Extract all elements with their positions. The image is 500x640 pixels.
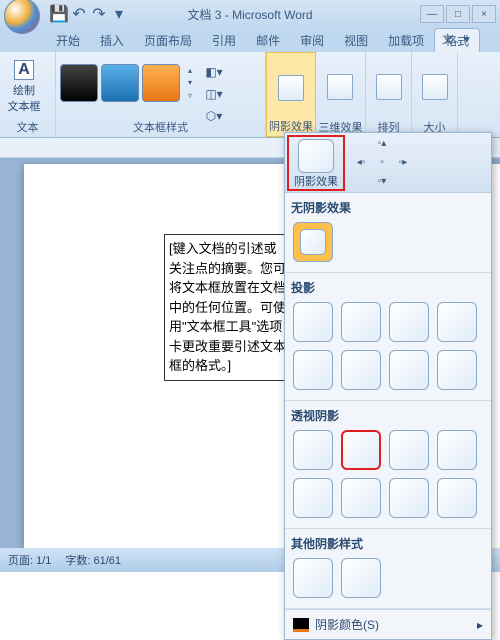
draw-textbox-button[interactable]: A 绘制 文本框 <box>4 54 44 120</box>
shadow-color-menu[interactable]: 阴影颜色(S) ▸ <box>285 609 491 639</box>
shadow-persp-8[interactable] <box>437 478 477 518</box>
maximize-button[interactable]: □ <box>446 5 470 23</box>
shadow-persp-4[interactable] <box>437 430 477 470</box>
shadow-persp-1[interactable] <box>293 430 333 470</box>
section-title-none: 无阴影效果 <box>291 197 485 220</box>
threed-effects-button[interactable] <box>320 54 360 120</box>
tab-view[interactable]: 视图 <box>334 29 378 52</box>
shadow-nudge-grid: ▫▴ ◂▫▫▫▸ ▫▾ <box>351 135 413 190</box>
qat-redo[interactable]: ↷ <box>90 5 108 23</box>
shadow-persp-3[interactable] <box>389 430 429 470</box>
shadow-drop-4[interactable] <box>437 302 477 342</box>
shadow-color-icon <box>293 618 309 632</box>
shadow-drop-5[interactable] <box>293 350 333 390</box>
group-label-styles: 文本框样式 <box>56 119 265 135</box>
contextual-tab-label[interactable]: 文... ▾ <box>442 30 496 48</box>
textbox-style-gallery[interactable]: ▴▾▿ <box>60 54 197 102</box>
shadow-persp-5[interactable] <box>293 478 333 518</box>
nudge-right[interactable]: ▫▸ <box>393 154 413 172</box>
shadow-effects-button[interactable] <box>271 55 311 121</box>
shadow-persp-6[interactable] <box>341 478 381 518</box>
ribbon-tabs: 开始 插入 页面布局 引用 邮件 审阅 视图 加载项 格式 <box>0 28 500 52</box>
style-swatch-blue[interactable] <box>101 64 139 102</box>
qat-undo[interactable]: ↶ <box>70 5 88 23</box>
style-swatch-orange[interactable] <box>142 64 180 102</box>
qat-more[interactable]: ▾ <box>110 5 128 23</box>
shape-outline-button[interactable]: ◫▾ <box>203 84 225 104</box>
shape-fill-button[interactable]: ◧▾ <box>203 62 225 82</box>
tab-references[interactable]: 引用 <box>202 29 246 52</box>
nudge-up[interactable]: ▫▴ <box>372 135 392 153</box>
status-page[interactable]: 页面: 1/1 <box>8 552 51 568</box>
status-words[interactable]: 字数: 61/61 <box>65 552 121 568</box>
tab-addins[interactable]: 加载项 <box>378 29 434 52</box>
size-button[interactable] <box>416 54 453 120</box>
tab-home[interactable]: 开始 <box>46 29 90 52</box>
close-button[interactable]: × <box>472 5 496 23</box>
shadow-drop-7[interactable] <box>389 350 429 390</box>
shadow-drop-8[interactable] <box>437 350 477 390</box>
minimize-button[interactable]: — <box>420 5 444 23</box>
nudge-center[interactable]: ▫ <box>372 154 392 172</box>
textbox-callout[interactable]: [键入文档的引述或关注点的摘要。您可将文本框放置在文档中的任何位置。可使用"文本… <box>164 234 294 381</box>
tab-review[interactable]: 审阅 <box>290 29 334 52</box>
shadow-option-none[interactable] <box>293 222 333 262</box>
section-title-other: 其他阴影样式 <box>291 533 485 556</box>
shadow-drop-2[interactable] <box>341 302 381 342</box>
shadow-other-2[interactable] <box>341 558 381 598</box>
group-label-text: 文本 <box>0 119 55 135</box>
nudge-down[interactable]: ▫▾ <box>372 173 392 191</box>
window-title: 文档 3 - Microsoft Word <box>187 6 312 23</box>
section-title-perspective: 透视阴影 <box>291 405 485 428</box>
tab-mailings[interactable]: 邮件 <box>246 29 290 52</box>
shadow-drop-1[interactable] <box>293 302 333 342</box>
nudge-left[interactable]: ◂▫ <box>351 154 371 172</box>
arrange-button[interactable] <box>370 54 407 120</box>
shadow-persp-2-selected[interactable] <box>341 430 381 470</box>
shadow-persp-7[interactable] <box>389 478 429 518</box>
shadow-other-1[interactable] <box>293 558 333 598</box>
qat-save[interactable]: 💾 <box>50 5 68 23</box>
tab-insert[interactable]: 插入 <box>90 29 134 52</box>
shadow-drop-3[interactable] <box>389 302 429 342</box>
shadow-drop-6[interactable] <box>341 350 381 390</box>
shadow-effects-dropdown: 阴影效果 ▫▴ ◂▫▫▫▸ ▫▾ 无阴影效果 投影 透视阴影 <box>284 132 492 640</box>
style-swatch-black[interactable] <box>60 64 98 102</box>
section-title-drop: 投影 <box>291 277 485 300</box>
gallery-more[interactable]: ▴▾▿ <box>183 64 197 102</box>
tab-layout[interactable]: 页面布局 <box>134 29 202 52</box>
shadow-main-sample[interactable]: 阴影效果 <box>287 135 345 191</box>
